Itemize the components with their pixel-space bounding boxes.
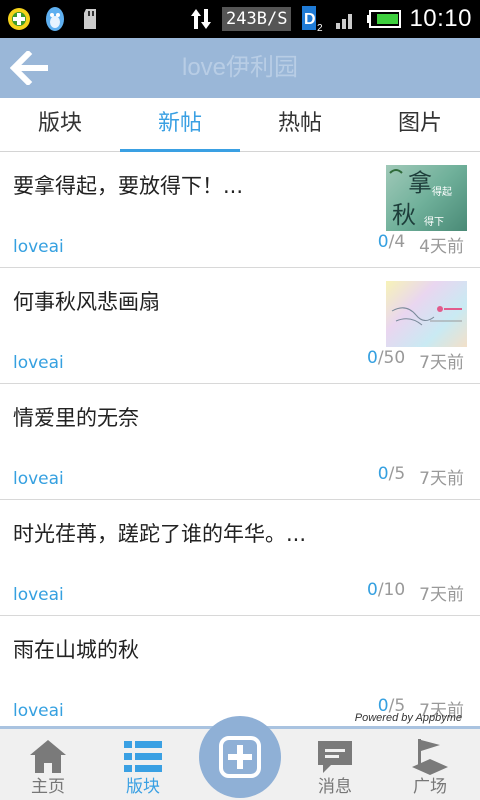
status-right: 243B/S D2 10:10 (188, 3, 472, 35)
svg-text:2: 2 (317, 23, 323, 33)
view-count: /50 (377, 348, 406, 368)
list-item[interactable]: 时光荏苒，蹉跎了谁的年华。... loveai 0/10 7天前 (0, 500, 480, 616)
reply-views-count: 0/10 (367, 580, 405, 605)
nav-square[interactable]: 广场 (390, 735, 470, 800)
post-title: 情爱里的无奈 (13, 406, 139, 430)
network-speed: 243B/S (222, 7, 292, 31)
tab-bar: 版块 新帖 热帖 图片 (0, 98, 480, 152)
status-bar: 243B/S D2 10:10 (0, 0, 480, 38)
tab-pictures[interactable]: 图片 (360, 98, 480, 151)
list-item[interactable]: 要拿得起，要放得下！... 拿 得起 秋 得下 loveai 0/4 4天前 (0, 152, 480, 268)
post-title: 雨在山城的秋 (13, 638, 139, 662)
post-list: 要拿得起，要放得下！... 拿 得起 秋 得下 loveai 0/4 4天前 何… (0, 152, 480, 726)
data-transfer-icon (188, 6, 214, 32)
svg-text:得下: 得下 (424, 216, 444, 228)
home-icon (30, 740, 66, 773)
nav-messages[interactable]: 消息 (295, 735, 375, 800)
battery-icon (367, 6, 402, 32)
reply-views-count: 0/5 (378, 464, 405, 489)
sd-card-icon (78, 6, 104, 32)
post-time: 7天前 (419, 469, 464, 489)
post-author[interactable]: loveai (13, 237, 64, 257)
tab-sections[interactable]: 版块 (0, 98, 120, 151)
post-time: 7天前 (419, 353, 464, 373)
qq-penguin-icon (42, 6, 68, 32)
signal-icon (333, 6, 359, 32)
list-item[interactable]: 何事秋风悲画扇 loveai 0/50 7天前 (0, 268, 480, 384)
post-author[interactable]: loveai (13, 469, 64, 489)
nav-home-label: 主页 (31, 777, 65, 797)
nav-sections-label: 版块 (126, 777, 160, 797)
svg-text:秋: 秋 (392, 201, 416, 229)
post-author[interactable]: loveai (13, 353, 64, 373)
nav-home[interactable]: 主页 (8, 735, 88, 800)
svg-text:得起: 得起 (432, 186, 452, 198)
post-meta: 0/5 7天前 (378, 464, 464, 489)
post-meta: 0/50 7天前 (367, 348, 464, 373)
reply-count: 0 (377, 464, 389, 484)
reply-count: 0 (366, 580, 378, 600)
reply-count: 0 (366, 348, 378, 368)
tab-hot-posts[interactable]: 热帖 (240, 98, 360, 151)
title-bar: love伊利园 (0, 38, 480, 98)
svg-text:拿: 拿 (408, 169, 432, 197)
post-author[interactable]: loveai (13, 701, 64, 721)
message-icon (318, 741, 352, 773)
post-title: 时光荏苒，蹉跎了谁的年华。... (13, 522, 307, 546)
list-item[interactable]: 情爱里的无奈 loveai 0/5 7天前 (0, 384, 480, 500)
post-title: 要拿得起，要放得下！... (13, 174, 244, 198)
view-count: /10 (377, 580, 406, 600)
post-meta: 0/10 7天前 (367, 580, 464, 605)
reply-views-count: 0/50 (367, 348, 405, 373)
post-thumbnail (386, 281, 467, 347)
square-icon (412, 739, 448, 775)
post-meta: 0/4 4天前 (378, 232, 464, 257)
nav-sections[interactable]: 版块 (103, 735, 183, 800)
tab-new-posts[interactable]: 新帖 (120, 98, 240, 152)
post-thumbnail: 拿 得起 秋 得下 (386, 165, 467, 231)
qq-browser-icon (6, 6, 32, 32)
status-left-icons (6, 6, 104, 32)
svg-text:D: D (304, 11, 316, 28)
add-post-button[interactable] (199, 716, 281, 798)
view-count: /5 (388, 464, 406, 484)
reply-count: 0 (377, 232, 389, 252)
nav-messages-label: 消息 (318, 777, 352, 797)
post-title: 何事秋风悲画扇 (13, 290, 160, 314)
clock: 10:10 (409, 5, 472, 32)
post-time: 7天前 (419, 585, 464, 605)
list-item[interactable]: 雨在山城的秋 loveai 0/5 7天前 (0, 616, 480, 726)
reply-views-count: 0/4 (378, 232, 405, 257)
post-time: 4天前 (419, 237, 464, 257)
list-icon (124, 741, 162, 772)
sim-icon: D2 (299, 6, 325, 33)
post-author[interactable]: loveai (13, 585, 64, 605)
view-count: /4 (388, 232, 406, 252)
page-title: love伊利园 (181, 54, 299, 81)
add-icon (219, 736, 261, 778)
powered-by-label: Powered by Appbyme (354, 712, 462, 724)
nav-square-label: 广场 (413, 777, 447, 797)
